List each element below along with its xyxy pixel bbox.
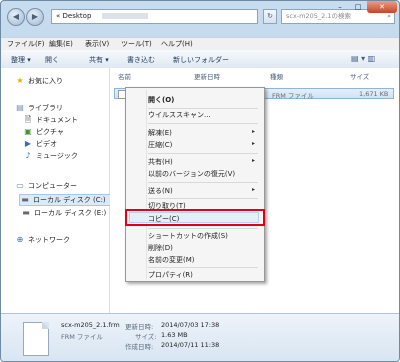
nav-videos[interactable]: ▶ ビデオ bbox=[23, 139, 57, 149]
menu-separator bbox=[148, 182, 258, 183]
menu-separator bbox=[148, 108, 258, 109]
menu-bar: ファイル(F) 編集(E) 表示(V) ツール(T) ヘルプ(H) bbox=[1, 37, 399, 50]
menu-view[interactable]: 表示(V) bbox=[85, 39, 109, 49]
drive-icon: ▬ bbox=[22, 208, 30, 217]
submenu-arrow-icon: ▸ bbox=[252, 186, 256, 193]
menu-rename[interactable]: 名前の変更(M) bbox=[148, 255, 195, 265]
close-button[interactable]: ✕ bbox=[367, 1, 397, 13]
nav-favorites[interactable]: ★ お気に入り bbox=[15, 76, 63, 86]
nav-local-disk-c[interactable]: ▬ ローカル ディスク (C:) bbox=[19, 194, 111, 206]
menu-extract[interactable]: 解凍(E) bbox=[148, 128, 172, 138]
file-size: 1,671 KB bbox=[359, 90, 389, 98]
back-button[interactable]: ◀ bbox=[7, 8, 25, 26]
nav-network[interactable]: ⊕ ネットワーク bbox=[15, 235, 70, 245]
breadcrumb-blurred bbox=[101, 13, 148, 19]
copy-highlight-box bbox=[125, 209, 265, 226]
network-icon: ⊕ bbox=[16, 235, 24, 244]
refresh-button[interactable]: ↻ bbox=[263, 9, 277, 24]
menu-tools[interactable]: ツール(T) bbox=[121, 39, 152, 49]
menu-create-shortcut[interactable]: ショートカットの作成(S) bbox=[148, 231, 228, 241]
video-icon: ▶ bbox=[24, 139, 32, 148]
details-size-value: 1.63 MB bbox=[161, 331, 188, 339]
organize-button[interactable]: 整理 ▾ bbox=[11, 55, 31, 65]
menu-open[interactable]: 開く(O) bbox=[148, 95, 174, 105]
menu-send-to[interactable]: 送る(N) bbox=[148, 186, 173, 196]
address-field[interactable]: « Desktop bbox=[51, 9, 258, 24]
nav-documents[interactable]: 🗎 ドキュメント bbox=[23, 115, 78, 125]
search-placeholder: scx-m205_2.1の検索 bbox=[286, 12, 351, 20]
drive-icon: ▬ bbox=[21, 195, 29, 204]
library-icon: ▤ bbox=[16, 103, 24, 112]
details-filename: scx-m205_2.1.frm bbox=[61, 321, 120, 329]
details-size-label: サイズ: bbox=[135, 333, 157, 341]
menu-share[interactable]: 共有(H) bbox=[148, 157, 173, 167]
view-options-icon[interactable]: ▤ ▾ ▥ bbox=[351, 54, 391, 64]
details-filetype: FRM ファイル bbox=[61, 333, 103, 341]
nav-libraries[interactable]: ▤ ライブラリ bbox=[15, 103, 63, 113]
nav-pictures[interactable]: ▣ ピクチャ bbox=[23, 127, 64, 137]
menu-separator bbox=[148, 267, 258, 268]
menu-edit[interactable]: 編集(E) bbox=[49, 39, 73, 49]
nav-local-disk-e[interactable]: ▬ ローカル ディスク (E:) bbox=[21, 208, 106, 218]
details-created-value: 2014/07/11 11:38 bbox=[161, 341, 220, 349]
menu-file[interactable]: ファイル(F) bbox=[7, 39, 45, 49]
nav-computer[interactable]: ▭ コンピューター bbox=[15, 181, 77, 191]
menu-separator bbox=[148, 153, 258, 154]
menu-help[interactable]: ヘルプ(H) bbox=[161, 39, 193, 49]
menu-virus-scan[interactable]: ウイルススキャン... bbox=[148, 110, 211, 120]
details-created-label: 作成日時: bbox=[125, 343, 154, 351]
nav-music[interactable]: ♪ ミュージック bbox=[23, 151, 77, 161]
music-icon: ♪ bbox=[25, 151, 31, 160]
menu-separator bbox=[148, 123, 258, 124]
star-icon: ★ bbox=[16, 76, 24, 85]
menu-properties[interactable]: プロパティ(R) bbox=[148, 270, 193, 280]
submenu-arrow-icon: ▸ bbox=[252, 140, 256, 147]
breadcrumb-desktop[interactable]: Desktop bbox=[63, 12, 92, 20]
submenu-arrow-icon: ▸ bbox=[252, 128, 256, 135]
column-size[interactable]: サイズ bbox=[350, 71, 369, 81]
navigation-pane: ★ お気に入り ▤ ライブラリ 🗎 ドキュメント ▣ ピクチャ ▶ ビデオ ♪ ミュージック… bbox=[1, 68, 111, 313]
address-bar-area: ◀ ▶ « Desktop ↻ scx-m205_2.1の検索 ⌕ – □ ✕ bbox=[1, 1, 399, 37]
details-modified-label: 更新日時: bbox=[125, 323, 154, 331]
command-bar: 整理 ▾ 開く 共有 ▾ 書き込む 新しいフォルダー ▤ ▾ ▥ bbox=[1, 50, 399, 69]
document-icon: 🗎 bbox=[24, 115, 32, 124]
breadcrumb-arrow-icon: « bbox=[56, 12, 61, 20]
column-type[interactable]: 種類 bbox=[270, 71, 283, 81]
column-modified[interactable]: 更新日時 bbox=[194, 71, 220, 81]
picture-icon: ▣ bbox=[24, 127, 32, 136]
menu-separator bbox=[148, 198, 258, 199]
column-name[interactable]: 名前 bbox=[118, 71, 131, 81]
menu-compress[interactable]: 圧縮(C) bbox=[148, 140, 172, 150]
menu-delete[interactable]: 削除(D) bbox=[148, 243, 173, 253]
details-modified-value: 2014/07/03 17:38 bbox=[161, 321, 220, 329]
forward-button[interactable]: ▶ bbox=[26, 8, 44, 26]
context-menu: 開く(O) ウイルススキャン... 解凍(E) ▸ 圧縮(C) ▸ 共有(H) … bbox=[125, 87, 265, 282]
file-type: FRM ファイル bbox=[272, 92, 314, 100]
minimize-button[interactable]: – bbox=[331, 1, 349, 13]
open-button[interactable]: 開く bbox=[45, 55, 59, 65]
menu-restore-previous[interactable]: 以前のバージョンの復元(V) bbox=[148, 169, 235, 179]
maximize-button[interactable]: □ bbox=[349, 1, 367, 13]
share-button[interactable]: 共有 ▾ bbox=[89, 55, 109, 65]
file-thumbnail-icon bbox=[23, 322, 49, 356]
details-pane: scx-m205_2.1.frm FRM ファイル 更新日時: 2014/07/… bbox=[1, 313, 399, 361]
new-folder-button[interactable]: 新しいフォルダー bbox=[173, 55, 229, 65]
menu-separator bbox=[148, 228, 258, 229]
submenu-arrow-icon: ▸ bbox=[252, 157, 256, 164]
menu-gutter bbox=[146, 90, 147, 279]
computer-icon: ▭ bbox=[16, 181, 24, 190]
burn-button[interactable]: 書き込む bbox=[127, 55, 155, 65]
explorer-window: ◀ ▶ « Desktop ↻ scx-m205_2.1の検索 ⌕ – □ ✕ … bbox=[0, 0, 400, 362]
